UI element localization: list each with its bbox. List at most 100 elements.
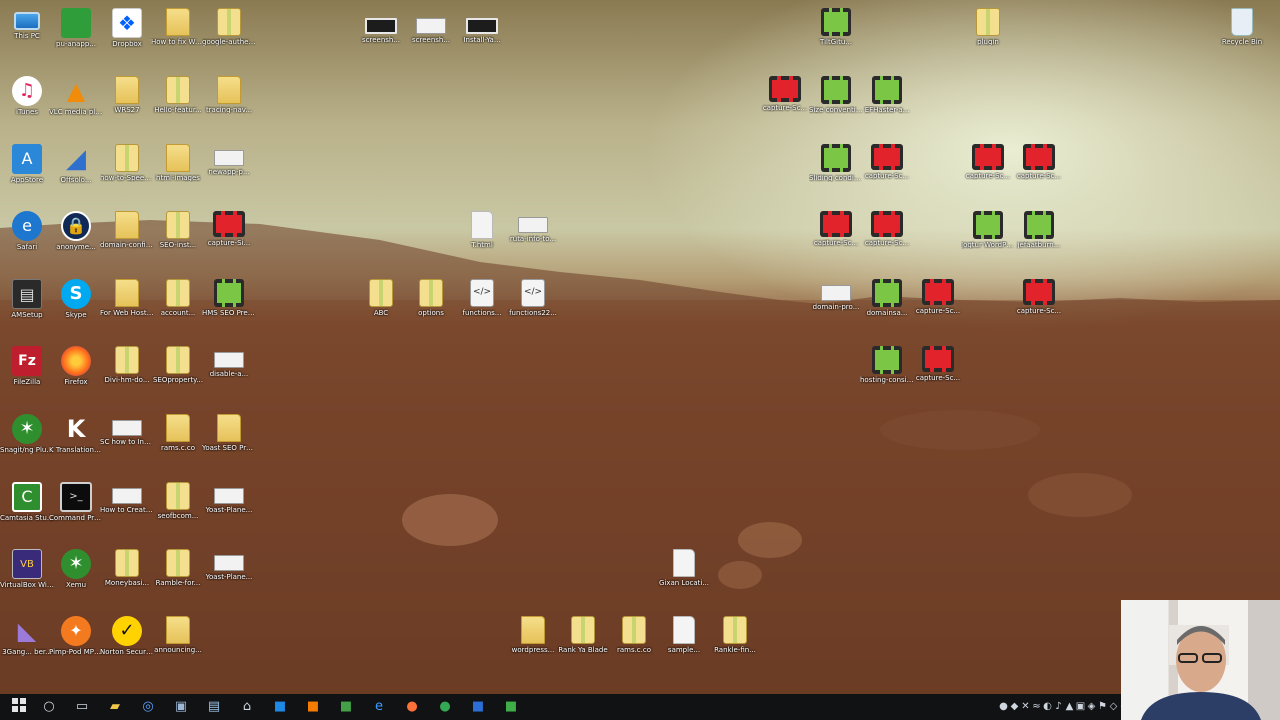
- desktop-icon[interactable]: SEOproperty...: [151, 342, 205, 402]
- desktop-icon[interactable]: rams.c.co: [607, 612, 661, 672]
- desktop-icon[interactable]: ❖ Dropbox: [100, 4, 154, 64]
- desktop-icon[interactable]: jefaatburn...: [1012, 207, 1066, 267]
- chrome-icon[interactable]: ●: [436, 698, 454, 716]
- desktop-icon[interactable]: Ramble-for...: [151, 545, 205, 605]
- desktop-icon[interactable]: Yoast-Plane...: [202, 478, 256, 538]
- desktop-icon[interactable]: options: [404, 275, 458, 335]
- desktop-icon[interactable]: Rankle-fin...: [708, 612, 762, 672]
- desktop-icon[interactable]: html-images: [151, 140, 205, 200]
- desktop-icon[interactable]: announcing...: [151, 612, 205, 672]
- desktop-icon[interactable]: Yoast-Plane...: [202, 545, 256, 605]
- desktop-icon[interactable]: capture-Sc...: [860, 207, 914, 267]
- desktop-icon[interactable]: functions...: [455, 275, 509, 335]
- app-icon[interactable]: ■: [271, 698, 289, 716]
- desktop-icon[interactable]: ✶ Xemu: [49, 545, 103, 605]
- file-explorer-icon[interactable]: ▰: [106, 698, 124, 716]
- desktop-icon[interactable]: SEO-inst...: [151, 207, 205, 267]
- desktop-icon[interactable]: how-to-Speedy...: [100, 140, 154, 200]
- desktop-icon[interactable]: Install-Ya...: [455, 8, 509, 68]
- desktop-icon[interactable]: VB VirtualBox Within: [0, 545, 54, 605]
- desktop-icon[interactable]: capture-Sc...: [809, 207, 863, 267]
- tray-icon[interactable]: ♪: [1053, 698, 1064, 716]
- desktop-icon[interactable]: tracing-nav...: [202, 72, 256, 132]
- browser-icon[interactable]: ◎: [139, 698, 157, 716]
- firefox-icon[interactable]: ●: [403, 698, 421, 716]
- desktop-icon[interactable]: C Camtasia Studio 8: [0, 478, 54, 538]
- app-icon[interactable]: ■: [469, 698, 487, 716]
- desktop-icon[interactable]: Hello-featur...: [151, 72, 205, 132]
- desktop-icon[interactable]: Yoast SEO Premium 3...: [202, 410, 256, 470]
- desktop-icon[interactable]: hosting-consider S...: [860, 342, 914, 402]
- desktop-icon[interactable]: A AppStore: [0, 140, 54, 200]
- desktop-icon[interactable]: sample...: [657, 612, 711, 672]
- app-icon[interactable]: ■: [304, 698, 322, 716]
- desktop-icon[interactable]: screensh...: [404, 8, 458, 68]
- desktop-icon[interactable]: disable-a...: [202, 342, 256, 402]
- tray-icon[interactable]: ▲: [1064, 698, 1075, 716]
- desktop-icon[interactable]: For Web Hosting Co...: [100, 275, 154, 335]
- desktop-icon[interactable]: ▤ AMSetup: [0, 275, 54, 335]
- desktop-icon[interactable]: pu-anapp...: [49, 4, 103, 64]
- desktop-icon[interactable]: >_ Command Prompt: [49, 478, 103, 538]
- desktop-icon[interactable]: capture-Sc...: [1012, 275, 1066, 335]
- app-icon[interactable]: ▣: [172, 698, 190, 716]
- desktop-icon[interactable]: capture-Sc...: [860, 140, 914, 200]
- desktop-icon[interactable]: How to Create Mobi...: [100, 478, 154, 538]
- desktop-icon[interactable]: 🔒 anonyme...: [49, 207, 103, 267]
- desktop-icon[interactable]: capture-Sc...: [758, 72, 812, 132]
- desktop-icon[interactable]: ▲ VLC media player: [49, 72, 103, 132]
- desktop-icon[interactable]: ABC: [354, 275, 408, 335]
- task-view-icon[interactable]: ▭: [73, 698, 91, 716]
- desktop-icon[interactable]: account...: [151, 275, 205, 335]
- desktop-icon[interactable]: google-authen-tl...: [202, 4, 256, 64]
- desktop-icon[interactable]: Divi-hm-do...: [100, 342, 154, 402]
- tray-icon[interactable]: ◈: [1086, 698, 1097, 716]
- tray-icon[interactable]: ✕: [1020, 698, 1031, 716]
- camtasia-icon[interactable]: ■: [502, 698, 520, 716]
- tray-icon[interactable]: ▣: [1075, 698, 1086, 716]
- desktop-icon[interactable]: domainsa...: [860, 275, 914, 335]
- desktop-icon[interactable]: ✓ Norton Security: [100, 612, 154, 672]
- desktop-icon[interactable]: Firefox: [49, 342, 103, 402]
- edge-icon[interactable]: e: [370, 698, 388, 716]
- desktop-icon[interactable]: functions22...: [506, 275, 560, 335]
- desktop-icon[interactable]: Sliding conditiona...: [809, 140, 863, 200]
- search-icon[interactable]: ○: [40, 698, 58, 716]
- desktop-icon[interactable]: rams.c.co: [151, 410, 205, 470]
- desktop-icon[interactable]: K K Translation Manager: [49, 410, 103, 470]
- desktop-icon[interactable]: domain-config...: [100, 207, 154, 267]
- desktop-icon[interactable]: ♫ iTunes: [0, 72, 54, 132]
- desktop-icon[interactable]: ruta-info-to...: [506, 207, 560, 267]
- desktop-icon[interactable]: TiltGitu...: [809, 4, 863, 64]
- desktop-icon[interactable]: Moneybasi...: [100, 545, 154, 605]
- windows-logo-icon[interactable]: [10, 698, 28, 716]
- desktop-icon[interactable]: screensh...: [354, 8, 408, 68]
- app-icon[interactable]: ⌂: [238, 698, 256, 716]
- tray-icon[interactable]: ≈: [1031, 698, 1042, 716]
- desktop-icon[interactable]: wordpress...: [506, 612, 560, 672]
- desktop-icon[interactable]: ✶ Snagit/ng Plug 30...: [0, 410, 54, 470]
- app-icon[interactable]: ■: [337, 698, 355, 716]
- desktop-icon[interactable]: plugin: [961, 4, 1015, 64]
- desktop-icon[interactable]: e Safari: [0, 207, 54, 267]
- desktop-icon[interactable]: This PC: [0, 4, 54, 64]
- tray-icon[interactable]: ◐: [1042, 698, 1053, 716]
- desktop-icon[interactable]: How to fix Wor Page Full of...: [151, 4, 205, 64]
- desktop-icon[interactable]: SC how to Install Mor...: [100, 410, 154, 470]
- desktop-icon[interactable]: domain-pro...: [809, 275, 863, 335]
- app-icon[interactable]: ▤: [205, 698, 223, 716]
- desktop-icon[interactable]: S Skype: [49, 275, 103, 335]
- desktop-icon[interactable]: Rank Ya Blade: [556, 612, 610, 672]
- desktop-icon[interactable]: newapp-p...: [202, 140, 256, 200]
- desktop-icon[interactable]: HMS SEO Premium P...: [202, 275, 256, 335]
- desktop-icon[interactable]: capture-Sc...: [961, 140, 1015, 200]
- desktop-icon[interactable]: T.html: [455, 207, 509, 267]
- tray-icon[interactable]: ◇: [1108, 698, 1119, 716]
- desktop-icon[interactable]: ◣ 3Gang... ber...: [0, 612, 54, 672]
- desktop-icon[interactable]: capture-Sc...: [911, 342, 965, 402]
- desktop-icon[interactable]: ✦ Pimp-Pod MPS Buzz: [49, 612, 103, 672]
- tray-icon[interactable]: ◆: [1009, 698, 1020, 716]
- tray-icon[interactable]: ●: [998, 698, 1009, 716]
- desktop-icon[interactable]: capture-Sc...: [911, 275, 965, 335]
- desktop-icon[interactable]: capture-Sc...: [1012, 140, 1066, 200]
